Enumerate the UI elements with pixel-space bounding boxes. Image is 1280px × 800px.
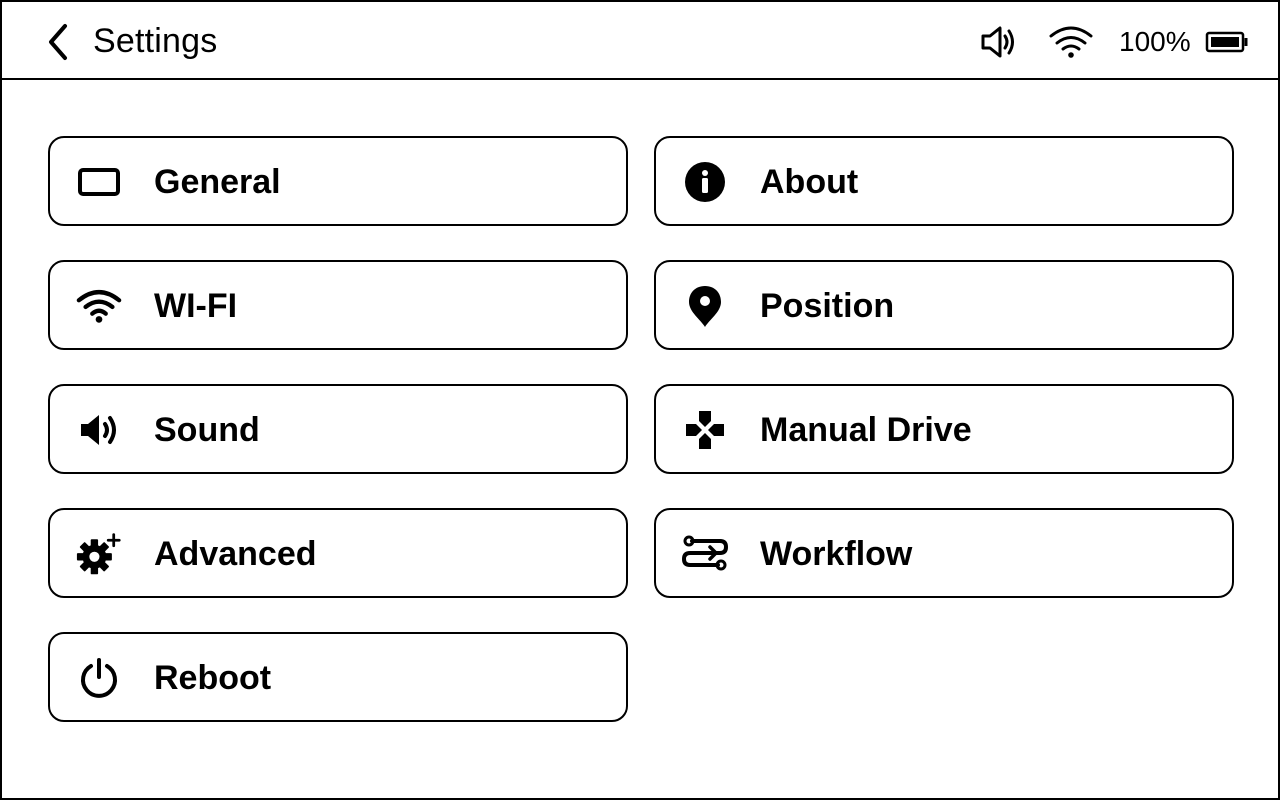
workflow-label: Workflow bbox=[760, 535, 913, 573]
header-bar: Settings 100% bbox=[2, 2, 1278, 80]
general-button[interactable]: General bbox=[48, 136, 628, 226]
gear-plus-icon bbox=[76, 533, 122, 575]
display-icon bbox=[76, 161, 122, 203]
manual-drive-button[interactable]: Manual Drive bbox=[654, 384, 1234, 474]
chevron-left-icon bbox=[49, 24, 67, 60]
page-title: Settings bbox=[93, 22, 218, 60]
workflow-button[interactable]: Workflow bbox=[654, 508, 1234, 598]
about-label: About bbox=[760, 163, 859, 201]
reboot-button[interactable]: Reboot bbox=[48, 632, 628, 722]
reboot-label: Reboot bbox=[154, 659, 272, 697]
position-label: Position bbox=[760, 287, 895, 325]
sound-label: Sound bbox=[154, 411, 260, 449]
wifi-label: WI-FI bbox=[154, 287, 238, 325]
battery-percentage: 100% bbox=[1119, 26, 1191, 57]
map-pin-icon bbox=[682, 285, 728, 327]
general-label: General bbox=[154, 163, 281, 201]
advanced-button[interactable]: Advanced bbox=[48, 508, 628, 598]
manual-drive-label: Manual Drive bbox=[760, 411, 972, 449]
settings-screen: Settings 100% General About WI-FI Positi… bbox=[0, 0, 1280, 800]
position-button[interactable]: Position bbox=[654, 260, 1234, 350]
speaker-icon bbox=[76, 409, 122, 451]
info-icon bbox=[682, 161, 728, 203]
advanced-label: Advanced bbox=[154, 535, 317, 573]
about-button[interactable]: About bbox=[654, 136, 1234, 226]
volume-icon bbox=[981, 26, 1014, 58]
wifi-icon bbox=[76, 285, 122, 327]
power-icon bbox=[76, 657, 122, 699]
workflow-icon bbox=[682, 533, 728, 575]
dpad-icon bbox=[682, 409, 728, 451]
wifi-button[interactable]: WI-FI bbox=[48, 260, 628, 350]
wifi-icon bbox=[1049, 26, 1093, 58]
back-button[interactable] bbox=[38, 22, 78, 62]
battery-icon bbox=[1205, 31, 1248, 53]
sound-button[interactable]: Sound bbox=[48, 384, 628, 474]
